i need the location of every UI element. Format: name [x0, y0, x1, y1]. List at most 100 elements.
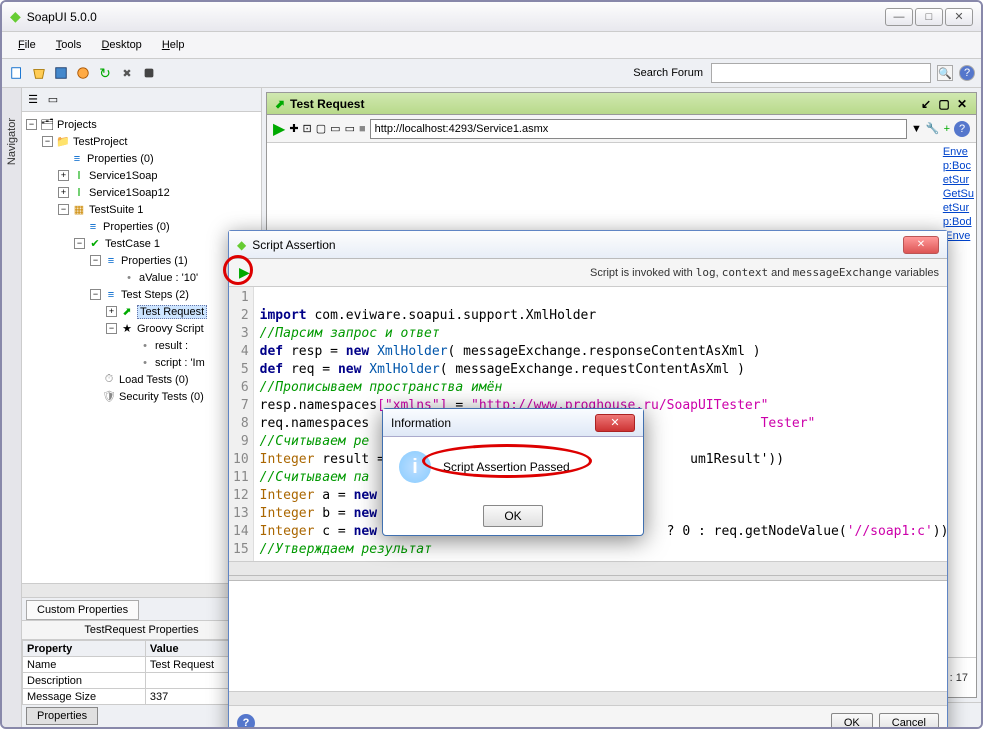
maximize-button[interactable]: □: [915, 8, 943, 26]
request-icon: ⬈: [120, 306, 134, 318]
search-go-icon[interactable]: 🔍: [937, 65, 953, 81]
tree-item-case[interactable]: TestCase 1: [105, 238, 160, 250]
inner-close-icon[interactable]: ✕: [954, 97, 970, 111]
properties-footer-tab[interactable]: Properties: [26, 707, 98, 725]
expand-icon[interactable]: −: [90, 289, 101, 300]
tools-icon[interactable]: ✖: [118, 64, 136, 82]
save-all-icon[interactable]: [52, 64, 70, 82]
expand-icon[interactable]: −: [58, 204, 69, 215]
tree-item-suite[interactable]: TestSuite 1: [89, 204, 143, 216]
main-toolbar: ↻ ✖ Search Forum 🔍 ?: [2, 59, 981, 88]
tree-item-script[interactable]: script : 'Im: [155, 357, 205, 369]
tree-item-result[interactable]: result :: [155, 340, 188, 352]
menubar: FFileile Tools Desktop Help: [2, 32, 981, 59]
tree-item-props[interactable]: Properties (0): [87, 153, 154, 165]
tree-item-svc1[interactable]: Service1Soap: [89, 170, 158, 182]
tree-item-props1[interactable]: Properties (1): [121, 255, 188, 267]
tb-icon[interactable]: ▭: [345, 122, 355, 135]
menu-file[interactable]: FFileile: [10, 36, 44, 54]
pref-icon[interactable]: ↻: [96, 64, 114, 82]
help-icon[interactable]: ?: [959, 65, 975, 81]
tree-item-testrequest[interactable]: Test Request: [137, 305, 207, 319]
table-row[interactable]: NameTest Request: [23, 657, 261, 673]
expand-icon[interactable]: +: [58, 187, 69, 198]
expand-icon[interactable]: −: [42, 136, 53, 147]
navigator-tab[interactable]: Navigator: [2, 88, 22, 727]
test-request-title: Test Request: [290, 97, 364, 111]
run-icon[interactable]: ▶: [273, 119, 285, 139]
props-icon: ≡: [104, 255, 118, 267]
tree-item-groovy[interactable]: Groovy Script: [137, 323, 204, 335]
minimize-button[interactable]: —: [885, 8, 913, 26]
interface-icon: Ⅰ: [72, 170, 86, 182]
dialog-message: Script Assertion Passed: [443, 460, 570, 474]
wrench-icon[interactable]: 🔧: [926, 122, 940, 135]
tree-item-load[interactable]: Load Tests (0): [119, 374, 189, 386]
import-icon[interactable]: [30, 64, 48, 82]
endpoint-input[interactable]: [370, 119, 907, 139]
window-title: SoapUI 5.0.0: [27, 10, 97, 24]
expand-icon[interactable]: −: [90, 255, 101, 266]
menu-help[interactable]: Help: [154, 36, 193, 54]
tb-icon[interactable]: ▭: [330, 122, 340, 135]
output-hscroll[interactable]: [229, 691, 947, 705]
help-icon[interactable]: ?: [954, 121, 970, 137]
project-tree[interactable]: −🗂Projects −📁TestProject ≡Properties (0)…: [22, 112, 261, 583]
output-pane[interactable]: [229, 581, 947, 691]
code-hscroll[interactable]: [229, 561, 947, 575]
forum-icon[interactable]: [74, 64, 92, 82]
dialog-close-button[interactable]: ✕: [595, 414, 635, 432]
tree-item-project[interactable]: TestProject: [73, 136, 127, 148]
titlebar: ◆ SoapUI 5.0.0 — □ ✕: [2, 2, 981, 32]
tree-item-svc2[interactable]: Service1Soap12: [89, 187, 170, 199]
expand-icon[interactable]: −: [106, 323, 117, 334]
tree-item-security[interactable]: Security Tests (0): [119, 391, 204, 403]
table-row[interactable]: Message Size337: [23, 689, 261, 705]
nav-expand-icon[interactable]: ▭: [44, 90, 62, 108]
information-dialog: Information ✕ i Script Assertion Passed …: [382, 408, 644, 536]
expand-icon[interactable]: +: [106, 306, 117, 317]
expand-icon[interactable]: −: [26, 119, 37, 130]
stop-icon[interactable]: ⊡: [303, 122, 312, 135]
xml-outline[interactable]: Enve p:Boc etSur GetSu etSur p:Bod lEnve: [943, 145, 974, 243]
close-button[interactable]: ✕: [945, 8, 973, 26]
table-row[interactable]: Description: [23, 673, 261, 689]
add-icon[interactable]: ✚: [289, 122, 298, 135]
new-icon[interactable]: [8, 64, 26, 82]
overlay-ok-button[interactable]: OK: [831, 713, 873, 728]
properties-panel: Custom Properties TestRequest Properties…: [22, 597, 261, 727]
tree-item-props[interactable]: Properties (0): [103, 221, 170, 233]
nav-collapse-icon[interactable]: ☰: [24, 90, 42, 108]
navigator-panel: ☰ ▭ −🗂Projects −📁TestProject ≡Properties…: [22, 88, 262, 727]
tree-item-avalue[interactable]: aValue : '10': [139, 272, 198, 284]
search-label: Search Forum: [633, 67, 703, 79]
inner-min-icon[interactable]: ↙: [918, 97, 934, 111]
value-icon: •: [122, 272, 136, 284]
overlay-cancel-button[interactable]: Cancel: [879, 713, 939, 728]
search-input[interactable]: [711, 63, 931, 83]
col-property: Property: [23, 641, 146, 657]
tb-icon[interactable]: ▢: [316, 122, 326, 135]
project-icon: 📁: [56, 136, 70, 148]
tree-item-teststeps[interactable]: Test Steps (2): [121, 289, 189, 301]
request-icon: ⬈: [273, 98, 287, 110]
soapui-icon: ◆: [237, 238, 246, 252]
custom-properties-tab[interactable]: Custom Properties: [26, 600, 139, 620]
expand-icon[interactable]: −: [74, 238, 85, 249]
overlay-help-icon[interactable]: ?: [237, 714, 255, 728]
nav-hscroll[interactable]: [22, 583, 261, 597]
expand-icon[interactable]: +: [58, 170, 69, 181]
value-icon: •: [138, 357, 152, 369]
proxy-icon[interactable]: [140, 64, 158, 82]
workspace-icon: 🗂: [40, 119, 54, 131]
tree-root[interactable]: Projects: [57, 119, 97, 131]
dropdown-icon[interactable]: ▼: [911, 123, 922, 135]
menu-desktop[interactable]: Desktop: [93, 36, 149, 54]
overlay-close-button[interactable]: ✕: [903, 236, 939, 254]
tb-icon[interactable]: ■: [359, 123, 366, 135]
inner-max-icon[interactable]: ▢: [936, 97, 952, 111]
add-assertion-icon[interactable]: +: [944, 123, 950, 135]
dialog-ok-button[interactable]: OK: [483, 505, 542, 527]
line-gutter: 123456789101112131415: [229, 287, 254, 561]
menu-tools[interactable]: Tools: [48, 36, 90, 54]
